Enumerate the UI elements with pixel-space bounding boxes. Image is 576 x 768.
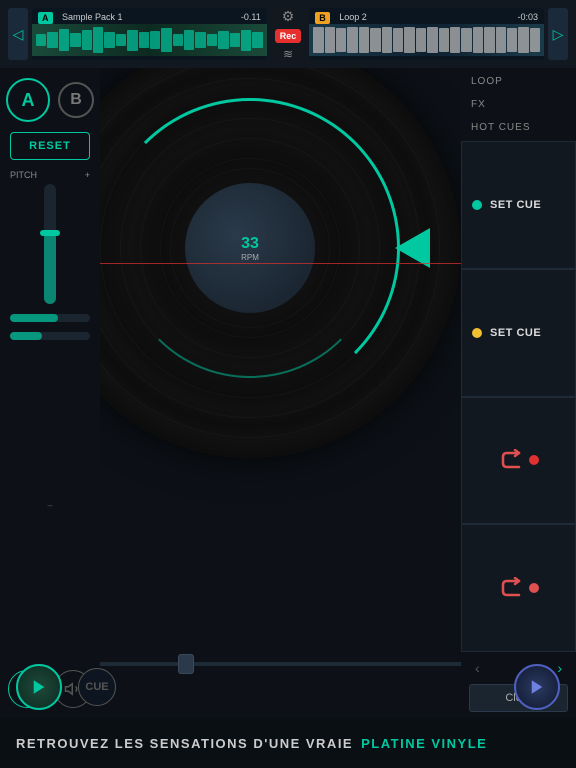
play-icon-b <box>528 678 546 696</box>
deck-b-button[interactable]: B <box>58 82 94 118</box>
vinyl-rpm-sub: RPM <box>241 253 259 262</box>
deck-a-label: A <box>38 12 53 24</box>
eq-section <box>10 314 90 340</box>
red-center-line <box>100 263 461 264</box>
deck-b-time: -0:03 <box>518 12 539 22</box>
main-area: A B RESET PITCH + – <box>0 68 576 718</box>
deck-a-track-name: Sample Pack 1 <box>62 12 123 22</box>
fx-label: FX <box>471 99 566 110</box>
hot-cue-buttons: SET CUE SET CUE <box>461 141 576 652</box>
rec-button[interactable]: Rec <box>275 29 302 43</box>
vinyl-label: 33 RPM <box>185 183 315 313</box>
settings-icon[interactable]: ⚙ <box>282 8 295 25</box>
eq-slider-2[interactable] <box>10 332 90 340</box>
hot-cue-2-button[interactable]: SET CUE <box>461 269 576 397</box>
eq-minus-label: – <box>47 500 52 510</box>
hot-cue-1-button[interactable]: SET CUE <box>461 141 576 269</box>
pitch-section: PITCH + <box>10 170 90 304</box>
deck-a-prev-btn[interactable]: ◁ <box>8 8 28 60</box>
deck-b-label: B <box>315 12 330 24</box>
wifi-icon[interactable]: ≋ <box>283 47 293 61</box>
reset-button[interactable]: RESET <box>10 132 90 160</box>
deck-b-waveform-visual <box>309 24 544 56</box>
vinyl-rpm: 33 <box>241 234 259 253</box>
play-button-a[interactable] <box>16 664 62 710</box>
pitch-fill <box>44 232 56 304</box>
top-bar: ◁ A Sample Pack 1 -0.11 <box>0 0 576 68</box>
cue-1-dot <box>472 200 482 210</box>
left-panel: A B RESET PITCH + – <box>0 68 100 718</box>
playback-controls: CUE <box>0 662 576 712</box>
cue-3-return-icon <box>499 449 525 471</box>
deck-b-next-btn[interactable]: ▷ <box>548 8 568 60</box>
loop-label: LOOP <box>471 76 566 87</box>
cue-3-dot <box>529 455 539 465</box>
bottom-text-accent: PLATINE VINYLE <box>361 736 487 751</box>
eq-fill-2 <box>10 332 42 340</box>
cue-2-dot <box>472 328 482 338</box>
cue-4-icon-group <box>499 577 539 599</box>
deck-a-waveform[interactable]: A Sample Pack 1 -0.11 <box>32 8 267 60</box>
deck-b-waveform-bars <box>309 24 544 56</box>
deck-a-button[interactable]: A <box>6 78 50 122</box>
pitch-handle <box>40 230 60 236</box>
vinyl-info: 33 RPM <box>241 234 259 262</box>
cue-3-icon-group <box>499 449 539 471</box>
hot-cue-3-button[interactable] <box>461 397 576 525</box>
cue-4-dot <box>529 583 539 593</box>
deck-a-waveform-visual <box>32 24 267 56</box>
cue-button-a[interactable]: CUE <box>78 668 116 706</box>
deck-buttons: A B <box>6 78 94 122</box>
deck-a-time: -0.11 <box>241 12 261 22</box>
pitch-label: PITCH + <box>10 170 90 180</box>
cue-2-label: SET CUE <box>490 327 541 339</box>
bottom-text-plain: RETROUVEZ LES SENSATIONS D'UNE VRAIE <box>16 736 353 751</box>
vinyl-pointer <box>395 228 430 268</box>
eq-fill-1 <box>10 314 58 322</box>
pitch-text: PITCH <box>10 170 37 180</box>
pitch-plus: + <box>85 170 90 180</box>
right-top-labels: LOOP FX HOT CUES <box>461 68 576 141</box>
hot-cues-label: HOT CUES <box>471 122 566 133</box>
cue-a-label: CUE <box>85 681 108 693</box>
cue-4-return-icon <box>499 577 525 599</box>
play-icon-a <box>30 678 48 696</box>
bottom-bar: RETROUVEZ LES SENSATIONS D'UNE VRAIE PLA… <box>0 718 576 768</box>
hot-cue-4-button[interactable] <box>461 524 576 652</box>
pitch-slider[interactable] <box>44 184 56 304</box>
cue-1-label: SET CUE <box>490 199 541 211</box>
right-panel: LOOP FX HOT CUES SET CUE SET CUE <box>461 68 576 718</box>
deck-a-waveform-bars <box>32 24 267 56</box>
deck-b-track-name: Loop 2 <box>339 12 367 22</box>
deck-b-waveform[interactable]: B Loop 2 -0:03 <box>309 8 544 60</box>
play-button-b[interactable] <box>514 664 560 710</box>
turntable-area[interactable]: 33 RPM <box>100 68 461 718</box>
center-controls: ⚙ Rec ≋ <box>271 8 306 61</box>
eq-slider-1[interactable] <box>10 314 90 322</box>
